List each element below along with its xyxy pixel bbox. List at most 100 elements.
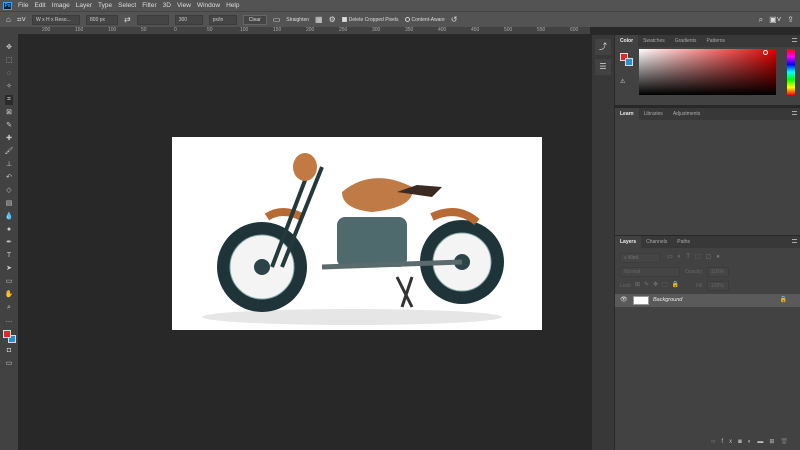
units-select[interactable]: px/in	[208, 14, 237, 25]
workspace-icon[interactable]: ▣˅	[769, 15, 781, 25]
fill-input[interactable]: 100%	[707, 281, 729, 291]
lasso-tool-icon[interactable]: ◌	[7, 69, 11, 79]
new-layer-icon[interactable]: ⊞	[769, 439, 780, 445]
tab-adjustments[interactable]: Adjustments	[668, 108, 706, 120]
screen-mode-icon[interactable]: ▭	[6, 359, 13, 369]
tab-layers[interactable]: Layers	[615, 236, 642, 248]
layer-filter-icons[interactable]: ▭◐T⬚▢●	[667, 253, 725, 260]
menu-layer[interactable]: Layer	[76, 2, 92, 9]
tab-libraries[interactable]: Libraries	[639, 108, 668, 120]
width-input[interactable]: 800 px	[86, 14, 119, 25]
menu-file[interactable]: File	[18, 2, 28, 9]
search-icon[interactable]: ⌕	[759, 15, 763, 25]
menu-select[interactable]: Select	[118, 2, 136, 9]
menu-type[interactable]: Type	[98, 2, 112, 9]
crop-tool-icon[interactable]: ⌗	[5, 95, 13, 105]
tab-paths[interactable]: Paths	[672, 236, 695, 248]
quick-mask-icon[interactable]: ◘	[7, 346, 11, 356]
overlay-grid-icon[interactable]: ▦	[315, 15, 323, 25]
panel-menu-icon[interactable]	[792, 239, 797, 243]
menu-filter[interactable]: Filter	[142, 2, 156, 9]
ratio-select[interactable]: W x H x Reso...	[32, 14, 81, 25]
panel-menu-icon[interactable]	[792, 111, 797, 115]
mask-icon[interactable]: ◙	[738, 439, 748, 445]
blur-tool-icon[interactable]: 💧	[5, 212, 14, 222]
foreground-color-swatch[interactable]	[3, 330, 11, 338]
tab-swatches[interactable]: Swatches	[638, 35, 670, 47]
color-picker-handle[interactable]	[763, 50, 768, 55]
reset-icon[interactable]: ↺	[451, 15, 458, 25]
tab-learn[interactable]: Learn	[615, 108, 639, 120]
layer-row[interactable]: 👁 Background 🔒	[615, 294, 800, 307]
link-layers-icon[interactable]: ∞	[711, 439, 721, 445]
ruler-tick-label: 150	[75, 27, 84, 33]
magic-wand-tool-icon[interactable]: ✧	[6, 82, 12, 92]
document-canvas[interactable]	[172, 137, 542, 330]
frame-tool-icon[interactable]: ⊠	[6, 108, 12, 118]
layer-name[interactable]: Background	[653, 297, 682, 303]
menu-window[interactable]: Window	[197, 2, 220, 9]
dodge-tool-icon[interactable]: ●	[7, 225, 11, 235]
straighten-icon[interactable]: ▭	[273, 15, 281, 25]
lock-icon[interactable]: 🔒	[780, 296, 787, 303]
content-aware-checkbox[interactable]: Content-Aware	[404, 17, 445, 23]
menu-edit[interactable]: Edit	[34, 2, 45, 9]
stamp-tool-icon[interactable]: ⊥	[6, 160, 12, 170]
layer-filter-input[interactable]: ⌕ Kind	[620, 253, 660, 263]
hand-tool-icon[interactable]: ✋	[5, 290, 14, 300]
zoom-tool-icon[interactable]: ⌕	[7, 303, 11, 313]
swap-icon[interactable]: ⇄	[124, 15, 131, 25]
group-icon[interactable]: ▬	[757, 439, 769, 445]
more-tools-icon[interactable]: …	[6, 316, 13, 326]
gamut-warning-icon[interactable]: ⚠	[620, 78, 625, 85]
lock-label: Lock:	[620, 283, 632, 289]
eraser-tool-icon[interactable]: ◇	[6, 186, 11, 196]
path-select-icon[interactable]: ➤	[6, 264, 12, 274]
color-swatches[interactable]	[2, 329, 16, 343]
pen-tool-icon[interactable]: ✒	[6, 238, 12, 248]
tab-channels[interactable]: Channels	[641, 236, 672, 248]
height-input[interactable]	[136, 14, 169, 25]
history-panel-icon[interactable]: ⤴	[595, 39, 611, 55]
eye-visibility-icon[interactable]: 👁	[620, 296, 628, 303]
menu-image[interactable]: Image	[52, 2, 70, 9]
share-icon[interactable]: ⇪	[787, 15, 794, 25]
rectangle-tool-icon[interactable]: ▭	[6, 277, 13, 287]
history-brush-icon[interactable]: ↶	[6, 173, 12, 183]
panel-menu-icon[interactable]	[792, 38, 797, 42]
tab-color[interactable]: Color	[615, 35, 639, 47]
marquee-tool-icon[interactable]: ⬚	[6, 56, 13, 66]
gear-icon[interactable]: ⚙	[329, 15, 336, 25]
options-bar: ⌂ ⌗˅ W x H x Reso... 800 px ⇄ 300 px/in …	[0, 11, 800, 27]
blend-mode-select[interactable]: Normal	[620, 267, 680, 277]
move-tool-icon[interactable]: ✥	[6, 43, 12, 53]
tab-gradients[interactable]: Gradients	[670, 35, 702, 47]
fx-icon[interactable]: fx	[721, 439, 738, 445]
menu-view[interactable]: View	[177, 2, 191, 9]
type-tool-icon[interactable]: T	[7, 251, 11, 261]
opacity-input[interactable]: 100%	[707, 267, 729, 277]
color-field[interactable]	[639, 49, 776, 95]
resolution-input[interactable]: 300	[174, 14, 203, 25]
lock-icons[interactable]: ⊞✎✥⬚🔒	[635, 281, 683, 288]
crop-tool-icon[interactable]: ⌗˅	[17, 15, 26, 25]
tab-patterns[interactable]: Patterns	[701, 35, 730, 47]
trash-icon[interactable]: 🗑	[780, 439, 794, 445]
hue-slider[interactable]	[787, 49, 795, 95]
menu-3d[interactable]: 3D	[163, 2, 171, 9]
menu-help[interactable]: Help	[226, 2, 239, 9]
horizontal-ruler[interactable]: 200 150 100 50 0 50 100 150 200 250 300 350 400 450 50…	[18, 27, 590, 35]
gradient-tool-icon[interactable]: ▤	[6, 199, 13, 209]
layers-footer: ∞fx◙◐▬⊞🗑	[711, 438, 794, 445]
properties-panel-icon[interactable]: ☰	[595, 59, 611, 75]
home-icon[interactable]: ⌂	[6, 15, 11, 25]
delete-cropped-label: Delete Cropped Pixels	[348, 16, 399, 23]
brush-tool-icon[interactable]: 🖌	[5, 147, 14, 157]
eyedropper-tool-icon[interactable]: ✎	[6, 121, 12, 131]
adjustment-layer-icon[interactable]: ◐	[748, 439, 758, 445]
background-swatch[interactable]	[625, 58, 633, 66]
healing-tool-icon[interactable]: ✚	[6, 134, 12, 144]
straighten-button[interactable]: Straighten	[286, 17, 309, 23]
clear-button[interactable]: Clear	[242, 14, 267, 25]
delete-cropped-checkbox[interactable]: Delete Cropped Pixels	[341, 16, 399, 23]
